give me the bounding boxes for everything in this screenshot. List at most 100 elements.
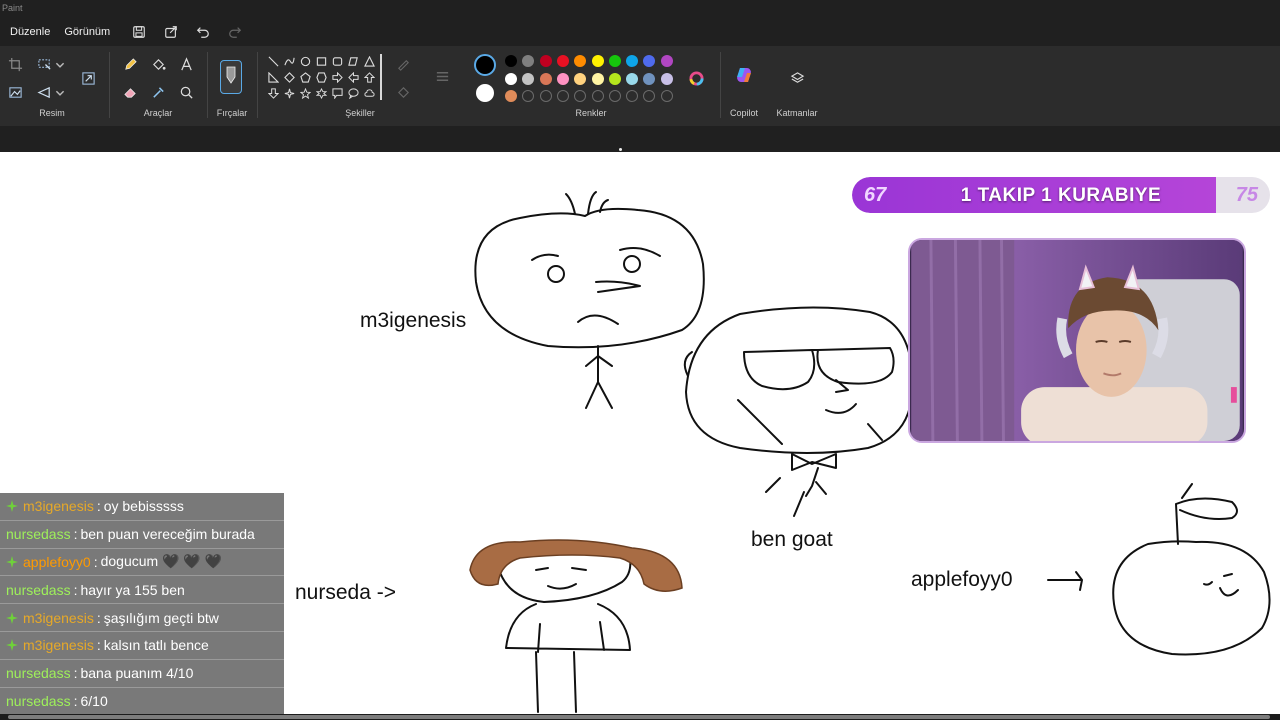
color-picker-icon[interactable] xyxy=(148,82,168,102)
rect-callout-shape-icon[interactable] xyxy=(330,86,344,100)
custom-color-slot[interactable] xyxy=(574,90,587,102)
color-swatch[interactable] xyxy=(556,72,569,85)
up-arrow-shape-icon[interactable] xyxy=(362,70,376,84)
chat-username[interactable]: m3igenesis xyxy=(23,610,94,626)
undo-icon[interactable] xyxy=(188,20,218,44)
group-tools-label: Araçlar xyxy=(143,108,173,118)
canvas-resize-handle[interactable] xyxy=(619,148,622,151)
oval-shape-icon[interactable] xyxy=(298,54,312,68)
custom-color-slot[interactable] xyxy=(626,90,639,102)
color-swatch[interactable] xyxy=(505,90,517,102)
polygon-shape-icon[interactable] xyxy=(346,54,360,68)
rotate-chevron-icon[interactable] xyxy=(54,82,66,102)
share-icon[interactable] xyxy=(156,20,186,44)
custom-color-slot[interactable] xyxy=(539,90,552,102)
chat-username[interactable]: nursedass xyxy=(6,665,71,681)
brush-button[interactable] xyxy=(220,60,242,94)
custom-color-slot[interactable] xyxy=(556,90,569,102)
nurseda-figure-face xyxy=(497,557,632,603)
six-point-star-shape-icon[interactable] xyxy=(314,86,328,100)
pentagon-shape-icon[interactable] xyxy=(298,70,312,84)
custom-color-slot[interactable] xyxy=(608,90,621,102)
chat-username[interactable]: m3igenesis xyxy=(23,637,94,653)
shape-fill-icon[interactable] xyxy=(393,82,413,102)
rectangle-shape-icon[interactable] xyxy=(314,54,328,68)
save-icon[interactable] xyxy=(124,20,154,44)
color-swatch[interactable] xyxy=(539,55,552,67)
custom-color-slot[interactable] xyxy=(643,90,656,102)
shape-size-icon[interactable] xyxy=(432,66,452,86)
left-arrow-shape-icon[interactable] xyxy=(346,70,360,84)
chat-username[interactable]: nursedass xyxy=(6,526,71,542)
color-swatch[interactable] xyxy=(539,72,552,85)
four-point-star-shape-icon[interactable] xyxy=(282,86,296,100)
cloud-callout-shape-icon[interactable] xyxy=(362,86,376,100)
oval-callout-shape-icon[interactable] xyxy=(346,86,360,100)
curve-shape-icon[interactable] xyxy=(282,54,296,68)
shapes-scrollbar[interactable] xyxy=(380,54,382,100)
copilot-icon[interactable] xyxy=(733,64,755,86)
pencil-icon[interactable] xyxy=(120,54,140,74)
color-swatch[interactable] xyxy=(505,72,517,85)
right-triangle-shape-icon[interactable] xyxy=(266,70,280,84)
color-swatch[interactable] xyxy=(505,55,517,67)
triangle-shape-icon[interactable] xyxy=(362,54,376,68)
color-swatch[interactable] xyxy=(643,72,656,85)
layers-icon[interactable] xyxy=(787,68,807,88)
custom-color-slot[interactable] xyxy=(660,90,673,102)
secondary-color[interactable] xyxy=(476,84,494,102)
menu-edit[interactable]: Düzenle xyxy=(4,22,56,42)
resize-icon[interactable] xyxy=(78,68,98,88)
primary-color[interactable] xyxy=(474,54,496,76)
color-swatch[interactable] xyxy=(574,55,587,67)
color-swatch[interactable] xyxy=(591,72,604,85)
horizontal-scrollbar-thumb[interactable] xyxy=(8,715,1270,719)
group-shapes: Şekiller xyxy=(260,46,460,126)
group-image-label: Resim xyxy=(39,108,65,118)
color-swatch[interactable] xyxy=(643,55,656,67)
diamond-shape-icon[interactable] xyxy=(282,70,296,84)
select-icon[interactable] xyxy=(34,54,54,74)
edit-colors-icon[interactable] xyxy=(686,68,706,88)
down-arrow-shape-icon[interactable] xyxy=(266,86,280,100)
chat-username[interactable]: nursedass xyxy=(6,693,71,709)
color-swatch[interactable] xyxy=(574,72,587,85)
select-chevron-icon[interactable] xyxy=(54,54,66,74)
group-layers[interactable]: Katmanlar xyxy=(772,46,822,126)
color-swatch[interactable] xyxy=(522,55,535,67)
horizontal-scrollbar[interactable] xyxy=(0,714,1280,720)
rounded-rectangle-shape-icon[interactable] xyxy=(330,54,344,68)
fill-icon[interactable] xyxy=(148,54,168,74)
line-shape-icon[interactable] xyxy=(266,54,280,68)
hexagon-shape-icon[interactable] xyxy=(314,70,328,84)
color-swatch[interactable] xyxy=(522,72,535,85)
color-swatch[interactable] xyxy=(660,55,673,67)
right-arrow-shape-icon[interactable] xyxy=(330,70,344,84)
menu-view[interactable]: Görünüm xyxy=(58,22,116,42)
chat-username[interactable]: applefoyy0 xyxy=(23,554,91,570)
magnifier-icon[interactable] xyxy=(176,82,196,102)
color-swatch[interactable] xyxy=(626,55,639,67)
m3igenesis-figure-brow xyxy=(531,247,661,261)
color-swatch[interactable] xyxy=(608,72,621,85)
redo-icon[interactable] xyxy=(220,20,250,44)
color-swatch[interactable] xyxy=(626,72,639,85)
color-swatch[interactable] xyxy=(591,55,604,67)
color-swatch[interactable] xyxy=(556,55,569,67)
text-icon[interactable] xyxy=(176,54,196,74)
outline-icon[interactable] xyxy=(393,54,413,74)
custom-color-slot[interactable] xyxy=(522,90,535,102)
group-copilot[interactable]: Copilot xyxy=(722,46,766,126)
eraser-icon[interactable] xyxy=(120,82,140,102)
color-swatch[interactable] xyxy=(660,72,673,85)
rotate-icon[interactable] xyxy=(34,82,54,102)
chat-username[interactable]: m3igenesis xyxy=(23,498,94,514)
group-brushes: Fırçalar xyxy=(208,46,256,126)
five-point-star-shape-icon[interactable] xyxy=(298,86,312,100)
chat-overlay: m3igenesis: oy bebisssss nursedass: ben pua… xyxy=(0,493,284,716)
crop-icon[interactable] xyxy=(5,54,25,74)
chat-username[interactable]: nursedass xyxy=(6,582,71,598)
custom-color-slot[interactable] xyxy=(591,90,604,102)
color-swatch[interactable] xyxy=(608,55,621,67)
image-tool-icon[interactable] xyxy=(5,82,25,102)
